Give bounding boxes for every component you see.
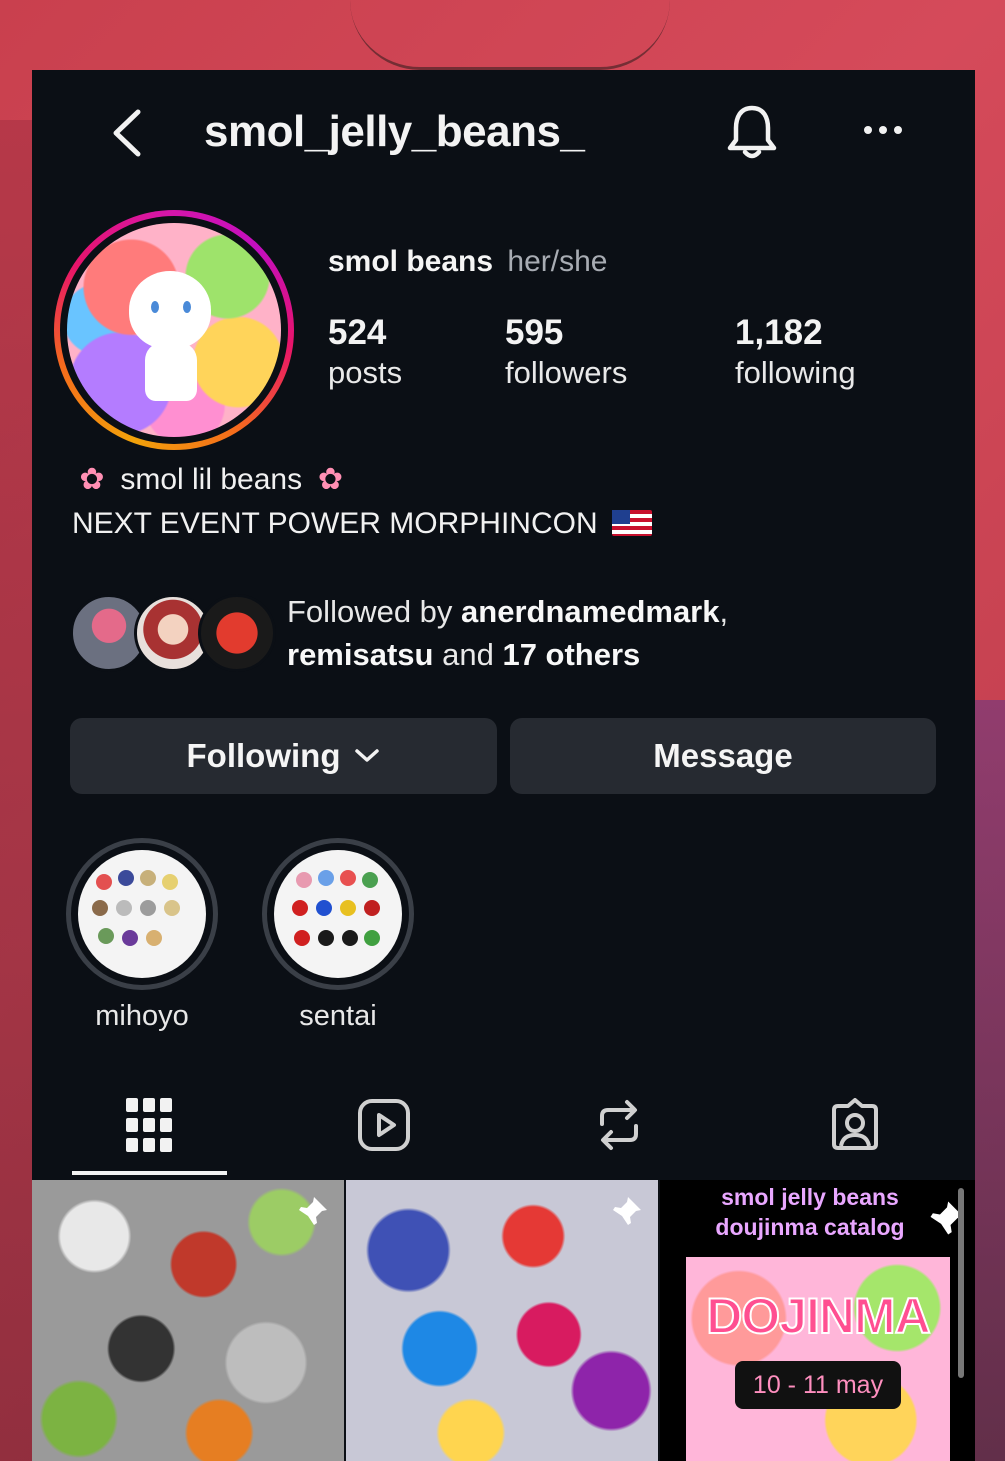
poster-date: 10 - 11 may	[735, 1361, 901, 1409]
post-tile[interactable]	[32, 1180, 344, 1461]
more-options-button[interactable]	[858, 110, 908, 150]
chevron-left-icon	[113, 109, 141, 156]
stat-posts[interactable]: 524 posts	[328, 313, 402, 393]
us-flag-icon	[611, 510, 652, 536]
posts-label: posts	[328, 355, 403, 390]
tab-reels[interactable]	[294, 1075, 474, 1175]
profile-screen: smol_jelly_beans_ smol beans her/she 524…	[32, 70, 975, 1461]
highlight-cover	[78, 850, 206, 978]
flower-emoji-icon: ✿	[317, 463, 343, 496]
followed-by-and: and	[442, 637, 494, 672]
tagged-icon	[832, 1098, 878, 1150]
event-poster: DOJINMA 10 - 11 may	[686, 1257, 950, 1461]
followers-label: followers	[505, 355, 628, 390]
highlight-label: mihoyo	[95, 1000, 189, 1032]
following-label: following	[735, 355, 856, 390]
following-button[interactable]: Following	[70, 718, 497, 794]
display-name-line: smol beans her/she	[328, 245, 607, 279]
top-bar: smol_jelly_beans_	[32, 70, 975, 195]
profile-avatar[interactable]	[54, 210, 294, 450]
tab-reposts[interactable]	[529, 1075, 709, 1175]
notifications-button[interactable]	[724, 102, 780, 162]
poster-title: DOJINMA	[705, 1287, 932, 1345]
profile-username: smol_jelly_beans_	[204, 107, 585, 156]
highlight-label: sentai	[299, 1000, 377, 1032]
tab-posts-grid[interactable]	[59, 1075, 239, 1175]
highlight-cover	[274, 850, 402, 978]
bell-icon	[727, 105, 777, 159]
flower-emoji-icon: ✿	[79, 463, 105, 496]
message-button-label: Message	[653, 737, 793, 774]
following-button-label: Following	[186, 737, 341, 774]
avatar	[198, 594, 276, 672]
grid-icon	[126, 1098, 172, 1152]
story-highlight-sentai[interactable]: sentai	[260, 838, 416, 1033]
catalog-title-line-1: smol jelly beans	[721, 1184, 899, 1210]
tab-tagged[interactable]	[765, 1075, 945, 1175]
posts-count: 524	[328, 313, 387, 352]
background-left-edge	[0, 120, 32, 1461]
followed-by-others[interactable]: 17 others	[502, 637, 640, 672]
background-shirt-collar	[350, 0, 670, 70]
avatar-image	[67, 223, 281, 437]
display-name: smol beans	[328, 245, 494, 278]
more-horizontal-icon	[864, 126, 902, 134]
catalog-title: smol jelly beans doujinma catalog	[660, 1182, 960, 1242]
bio-line-1: ✿ smol lil beans ✿	[72, 458, 652, 502]
reels-icon	[358, 1099, 410, 1151]
catalog-title-line-2: doujinma catalog	[715, 1214, 905, 1240]
post-tile[interactable]: smol jelly beans doujinma catalog DOJINM…	[660, 1180, 975, 1461]
followers-count: 595	[505, 313, 564, 352]
following-count: 1,182	[735, 313, 823, 352]
background-right-edge	[975, 700, 1005, 1461]
scrollbar[interactable]	[958, 1188, 964, 1378]
pin-icon	[613, 1197, 641, 1225]
bio: ✿ smol lil beans ✿ NEXT EVENT POWER MORP…	[72, 458, 652, 546]
active-tab-indicator	[72, 1171, 227, 1175]
bio-text-1: smol lil beans	[120, 463, 303, 496]
chevron-down-icon	[355, 749, 380, 762]
posts-grid: smol jelly beans doujinma catalog DOJINM…	[32, 1180, 975, 1461]
stat-followers[interactable]: 595 followers	[505, 313, 627, 393]
reposts-icon	[600, 1100, 638, 1150]
bio-line-2: NEXT EVENT POWER MORPHINCON	[72, 502, 652, 546]
follower-name-2[interactable]: remisatsu	[287, 637, 433, 672]
stat-following[interactable]: 1,182 following	[735, 313, 856, 393]
bio-text-2: NEXT EVENT POWER MORPHINCON	[72, 507, 598, 540]
pin-icon	[299, 1197, 327, 1225]
followed-by-prefix: Followed by	[287, 594, 453, 629]
follower-name-1[interactable]: anerdnamedmark	[461, 594, 719, 629]
profile-tabs	[32, 1075, 975, 1180]
followed-by-text[interactable]: Followed by anerdnamedmark, remisatsu an…	[287, 590, 728, 676]
mutual-followers-avatars[interactable]	[70, 594, 276, 674]
message-button[interactable]: Message	[510, 718, 936, 794]
pronouns: her/she	[507, 245, 608, 278]
story-highlight-mihoyo[interactable]: mihoyo	[64, 838, 220, 1033]
back-button[interactable]	[102, 105, 152, 160]
post-tile[interactable]	[346, 1180, 658, 1461]
